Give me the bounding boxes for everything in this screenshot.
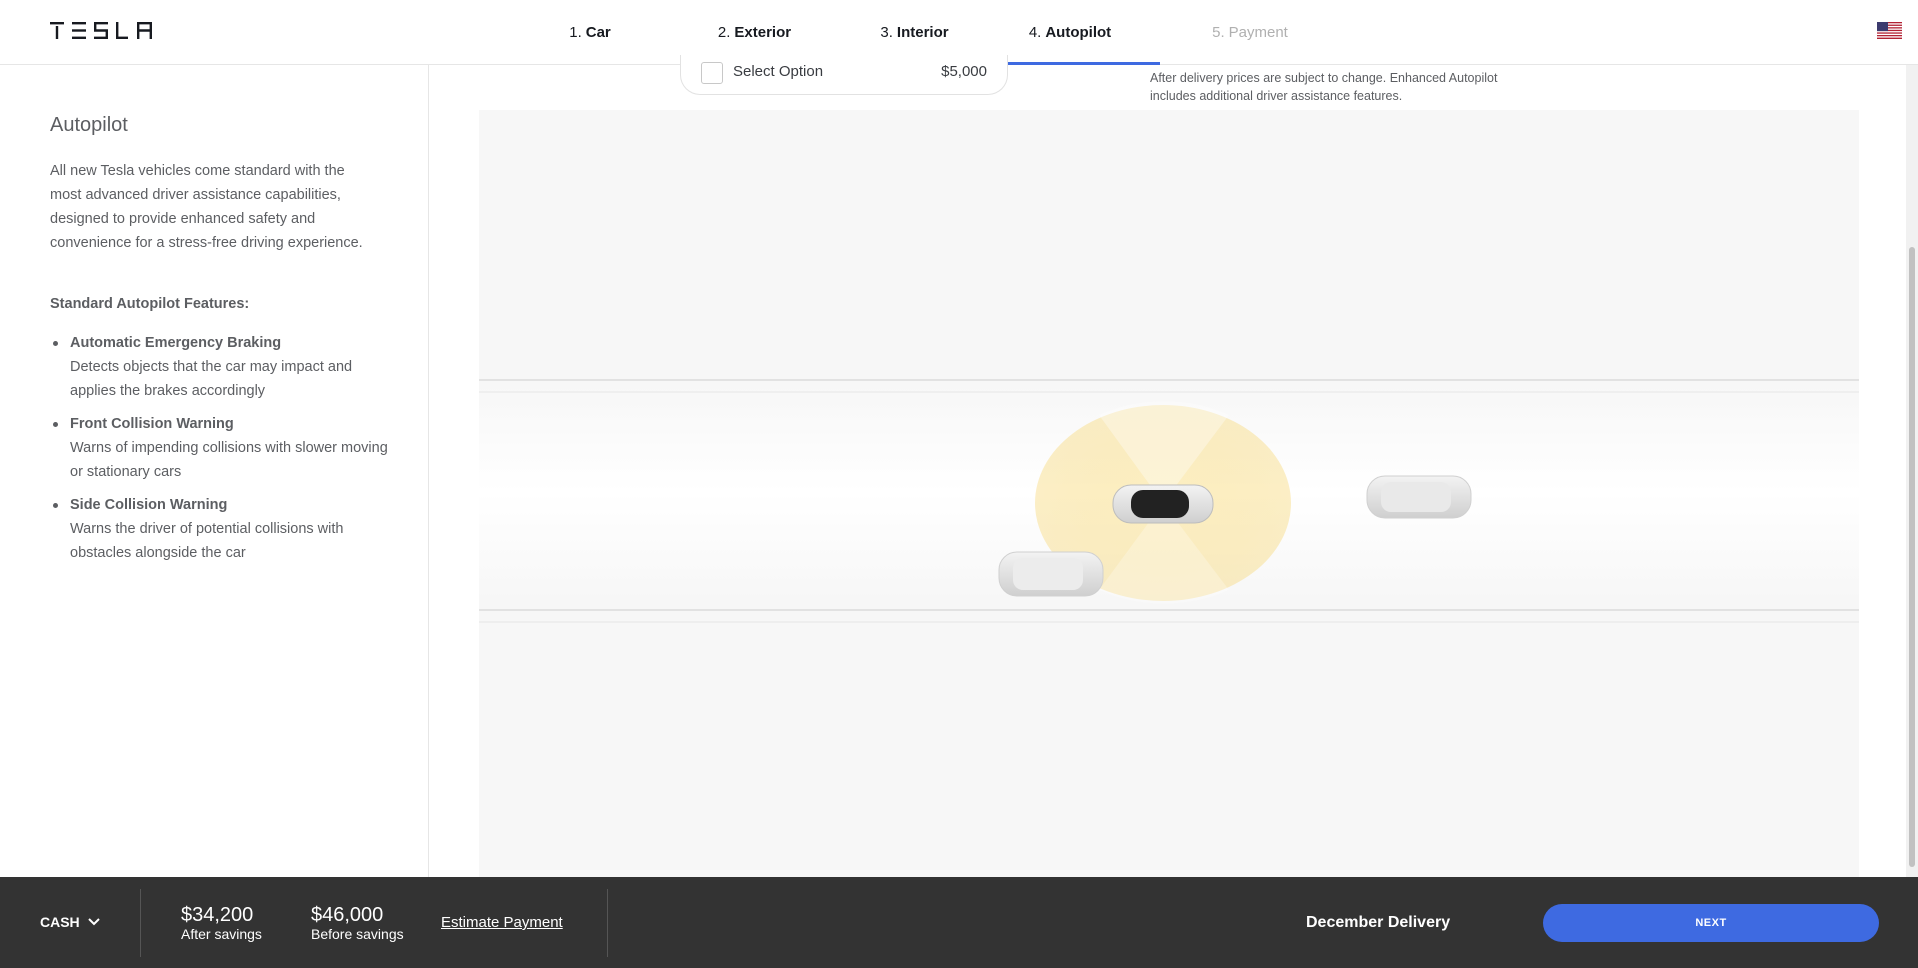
features-heading: Standard Autopilot Features: (50, 296, 250, 312)
car-front (1366, 475, 1472, 519)
feature-description: Warns of impending collisions with slowe… (70, 440, 388, 480)
step-number: 1. (569, 24, 582, 41)
before-savings-amount: $46,000 (311, 904, 384, 926)
page-scrollbar[interactable] (1906, 65, 1918, 877)
feature-item: Side Collision Warning Warns the driver … (50, 493, 390, 565)
feature-sidebar: Autopilot All new Tesla vehicles come st… (0, 65, 429, 877)
feature-title: Front Collision Warning (70, 416, 234, 432)
tesla-logo[interactable] (50, 22, 152, 39)
feature-item: Front Collision Warning Warns of impendi… (50, 412, 390, 484)
us-flag-icon[interactable] (1877, 22, 1902, 39)
before-savings-price: $46,000 Before savings (311, 904, 404, 942)
feature-list: Automatic Emergency Braking Detects obje… (50, 331, 390, 574)
divider (607, 889, 608, 957)
feature-title: Automatic Emergency Braking (70, 335, 282, 351)
step-number: 3. (880, 24, 893, 41)
price-disclaimer: After delivery prices are subject to cha… (1150, 71, 1498, 103)
option-checkbox[interactable] (701, 62, 723, 84)
step-label: Autopilot (1045, 24, 1112, 41)
autopilot-option-card[interactable]: Select Option $5,000 (680, 55, 1008, 95)
step-payment: 5. Payment (1160, 0, 1340, 65)
feature-description: Detects objects that the car may impact … (70, 359, 353, 399)
after-savings-amount: $34,200 (181, 904, 254, 926)
sidebar-description: All new Tesla vehicles come standard wit… (50, 163, 363, 251)
feature-title: Side Collision Warning (70, 497, 228, 513)
step-number: 2. (717, 24, 731, 41)
summary-footer: CASH $34,200 After savings $46,000 Befor… (0, 877, 1918, 968)
autopilot-visualization (479, 110, 1859, 877)
option-label: Select Option (733, 63, 824, 80)
ego-car (1112, 484, 1214, 524)
option-price: $5,000 (941, 63, 987, 80)
step-label: Interior (896, 24, 949, 41)
feature-item: Automatic Emergency Braking Detects obje… (50, 331, 390, 403)
delivery-estimate: December Delivery (1306, 914, 1451, 931)
sidebar-title: Autopilot (50, 114, 128, 136)
main-content: Select Option $5,000 After delivery pric… (430, 55, 1918, 877)
step-label: Exterior (734, 24, 792, 41)
scrollbar-thumb[interactable] (1909, 247, 1915, 867)
step-car[interactable]: 1. Car (540, 0, 640, 65)
step-label: Car (585, 24, 611, 41)
divider (140, 889, 141, 957)
autopilot-scene-graphic (479, 379, 1859, 623)
estimate-payment-link[interactable]: Estimate Payment (441, 914, 563, 931)
step-number: 4. (1028, 24, 1042, 41)
before-savings-label: Before savings (311, 926, 404, 942)
feature-description: Warns the driver of potential collisions… (70, 521, 344, 561)
car-side (998, 551, 1104, 597)
payment-method-select[interactable]: CASH (40, 914, 80, 930)
step-number: 5. (1212, 24, 1225, 41)
step-label: Payment (1228, 24, 1288, 41)
next-button[interactable]: NEXT (1543, 904, 1879, 942)
after-savings-price: $34,200 After savings (181, 904, 262, 942)
chevron-down-icon[interactable] (88, 918, 100, 926)
after-savings-label: After savings (181, 926, 262, 942)
